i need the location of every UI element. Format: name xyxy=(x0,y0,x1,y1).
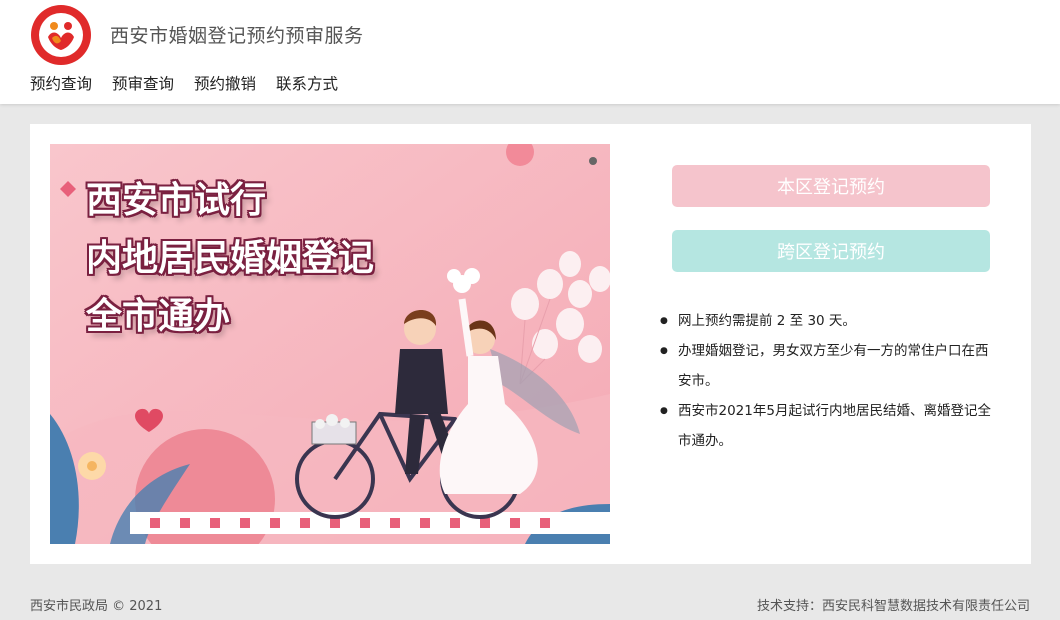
main-nav: 预约查询 预审查询 预约撤销 联系方式 xyxy=(30,72,338,94)
cross-district-registration-button[interactable]: 跨区登记预约 xyxy=(672,230,990,272)
banner-line-3: 全市通办 xyxy=(86,296,231,337)
banner-image: 西安市试行 内地居民婚姻登记 全市通办 xyxy=(50,144,610,544)
header: 西安市婚姻登记预约预审服务 预约查询 预审查询 预约撤销 联系方式 xyxy=(0,0,1060,104)
notice-item: 西安市2021年5月起试行内地居民结婚、离婚登记全市通办。 xyxy=(660,396,1000,456)
nav-precheck-query[interactable]: 预审查询 xyxy=(112,72,174,94)
local-registration-button[interactable]: 本区登记预约 xyxy=(672,165,990,207)
site-title: 西安市婚姻登记预约预审服务 xyxy=(110,25,364,47)
marriage-registration-logo[interactable] xyxy=(30,4,92,66)
banner-headline: 西安市试行 内地居民婚姻登记 全市通办 xyxy=(86,172,374,346)
footer-tech-support: 技术支持：西安民科智慧数据技术有限责任公司 xyxy=(756,599,1030,614)
notice-list: 网上预约需提前 2 至 30 天。 办理婚姻登记，男女双方至少有一方的常住户口在… xyxy=(660,306,1000,456)
banner-line-2: 内地居民婚姻登记 xyxy=(86,238,375,279)
notice-item: 办理婚姻登记，男女双方至少有一方的常住户口在西安市。 xyxy=(660,336,1000,396)
notice-item: 网上预约需提前 2 至 30 天。 xyxy=(660,306,1000,336)
nav-appointment-cancel[interactable]: 预约撤销 xyxy=(194,72,256,94)
banner-line-1: 西安市试行 xyxy=(86,180,267,221)
nav-appointment-query[interactable]: 预约查询 xyxy=(30,72,92,94)
main-card: 西安市试行 内地居民婚姻登记 全市通办 本区登记预约 跨区登记预约 网上预约需提… xyxy=(30,124,1031,564)
footer-copyright: 西安市民政局 © 2021 xyxy=(30,599,163,614)
nav-contact[interactable]: 联系方式 xyxy=(276,72,338,94)
